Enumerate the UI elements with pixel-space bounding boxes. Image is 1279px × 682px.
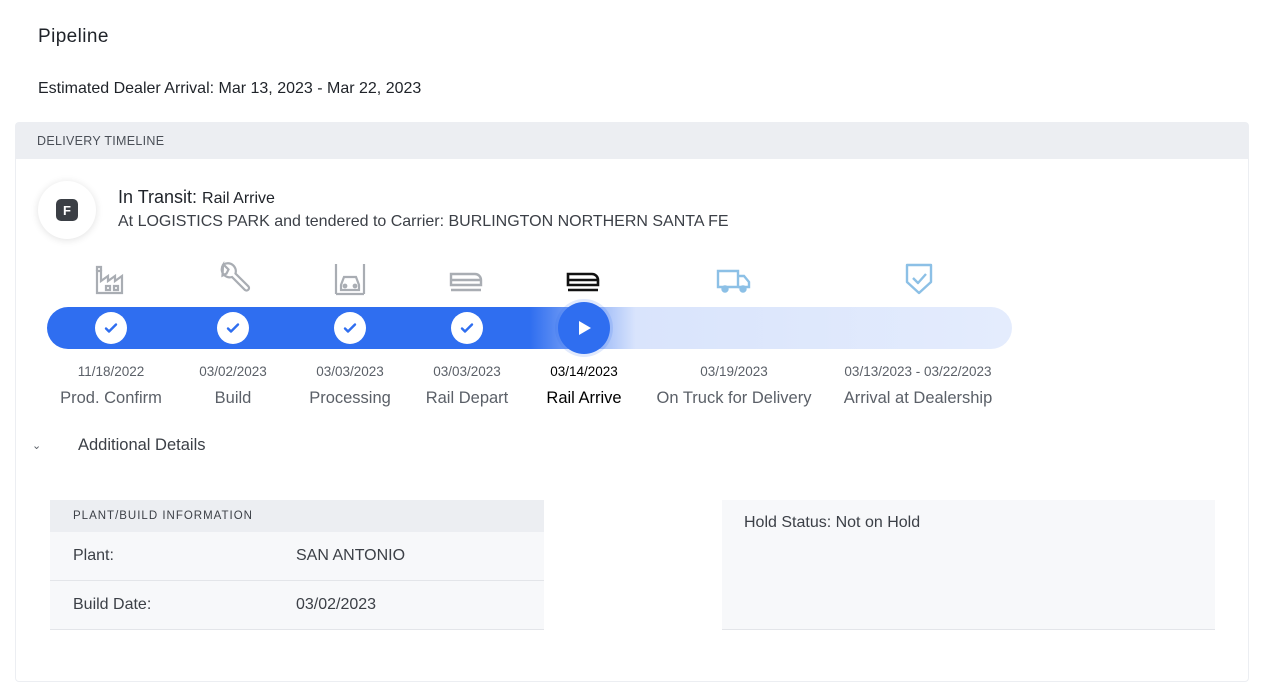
- step-date: 03/13/2023 - 03/22/2023: [844, 364, 992, 379]
- train-icon-active: [564, 261, 604, 297]
- status-letter: F: [56, 199, 78, 221]
- build-date-key: Build Date:: [73, 596, 152, 613]
- additional-details-toggle[interactable]: ⌄ Additional Details: [32, 436, 206, 455]
- plant-build-header: PLANT/BUILD INFORMATION: [50, 500, 544, 532]
- wrench-icon: [213, 260, 253, 297]
- progress-track: [47, 307, 1012, 349]
- estimated-arrival: Estimated Dealer Arrival: Mar 13, 2023 -…: [38, 80, 422, 97]
- step-complete-check-icon: [451, 312, 483, 344]
- car-service-icon: [330, 261, 370, 297]
- hold-status: Hold Status: Not on Hold: [744, 514, 921, 531]
- step-complete-check-icon: [334, 312, 366, 344]
- status-description: At LOGISTICS PARK and tendered to Carrie…: [118, 213, 729, 230]
- plant-build-panel: PLANT/BUILD INFORMATION Plant: SAN ANTON…: [50, 500, 544, 630]
- factory-icon: [91, 261, 131, 297]
- status-label: In Transit:: [118, 187, 198, 207]
- plant-row: Plant: SAN ANTONIO: [50, 532, 544, 581]
- step-complete-check-icon: [95, 312, 127, 344]
- status-sub: Rail Arrive: [202, 190, 275, 207]
- page-title: Pipeline: [38, 26, 109, 47]
- plant-value: SAN ANTONIO: [296, 547, 406, 564]
- build-date-value: 03/02/2023: [296, 596, 377, 613]
- status-title: In Transit: Rail Arrive: [118, 187, 275, 208]
- step-label: On Truck for Delivery: [656, 389, 812, 407]
- train-icon: [447, 261, 487, 297]
- hold-status-panel: Hold Status: Not on Hold: [722, 500, 1215, 630]
- delivery-timeline-header: DELIVERY TIMELINE: [16, 123, 1248, 159]
- additional-details-label[interactable]: Additional Details: [78, 436, 206, 455]
- build-date-row: Build Date: 03/02/2023: [50, 581, 544, 630]
- step-label: Arrival at Dealership: [843, 389, 993, 407]
- delivery-timeline-card: DELIVERY TIMELINE F In Transit: Rail Arr…: [15, 122, 1249, 682]
- shield-check-icon: [899, 261, 939, 297]
- plant-key: Plant:: [73, 547, 114, 564]
- truck-icon: [714, 261, 754, 297]
- current-step-play-icon: [558, 302, 610, 354]
- status-avatar: F: [38, 181, 96, 239]
- step-date: 03/19/2023: [700, 364, 768, 379]
- chevron-down-icon[interactable]: ⌄: [32, 439, 62, 452]
- step-complete-check-icon: [217, 312, 249, 344]
